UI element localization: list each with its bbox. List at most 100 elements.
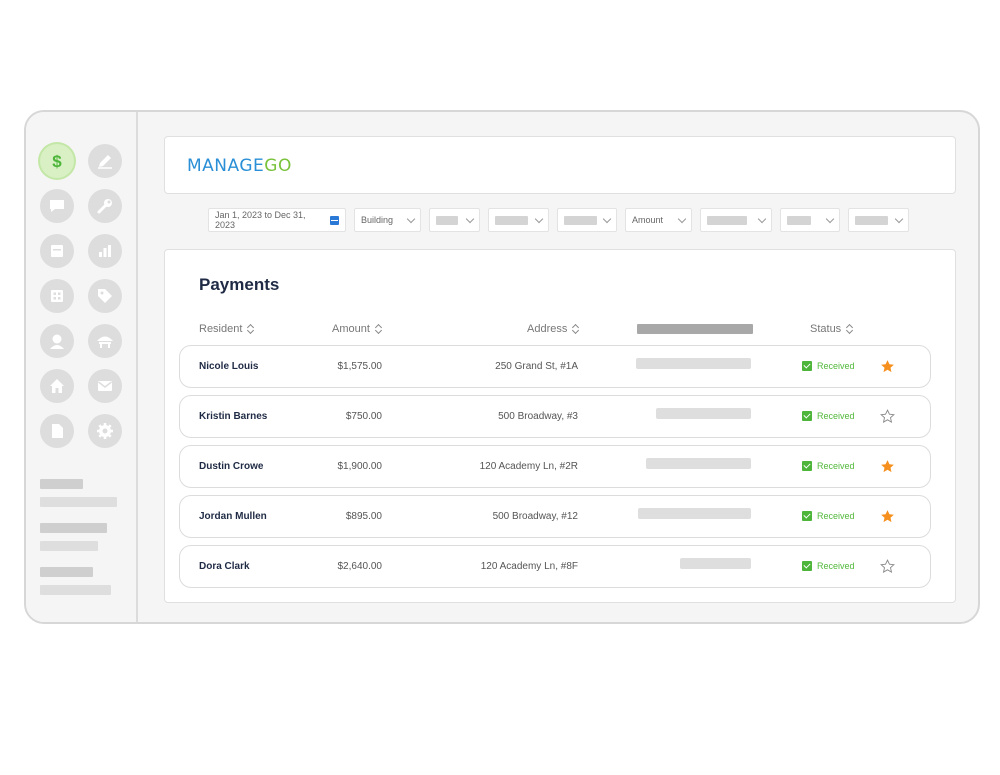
payment-amount: $750.00 (345, 411, 382, 422)
resident-address: 250 Grand St, #1A (495, 361, 578, 372)
status-badge: Received (802, 361, 855, 371)
column-header-placeholder (637, 324, 753, 334)
checkbox-checked-icon (802, 561, 812, 571)
filter-dropdown-9[interactable] (848, 208, 909, 232)
logo-text-go: GO (264, 156, 292, 176)
filter-dropdown-4[interactable] (488, 208, 549, 232)
wrench-icon (97, 199, 112, 214)
sidebar-sublabel-placeholder (40, 585, 111, 595)
pen-icon (98, 155, 112, 169)
star-outline-icon[interactable] (880, 559, 895, 574)
sidebar-item-reports[interactable] (88, 234, 122, 268)
chevron-down-icon (677, 214, 687, 223)
star-filled-icon[interactable] (880, 509, 895, 524)
sidebar-item-tags[interactable] (88, 279, 122, 313)
status-label: Received (817, 561, 855, 571)
filter-dropdown-7[interactable] (700, 208, 772, 232)
app-logo[interactable]: MANAGEGO (187, 156, 292, 176)
filter-placeholder (436, 215, 458, 225)
sidebar-item-payments[interactable]: $ (40, 144, 74, 178)
sidebar-item-calendar[interactable] (40, 234, 74, 268)
sidebar-label-placeholder (40, 479, 83, 489)
resident-name: Jordan Mullen (199, 511, 267, 522)
mail-icon (98, 381, 112, 391)
building-filter[interactable]: Building (354, 208, 421, 232)
sidebar-item-insurance[interactable] (88, 324, 122, 358)
app-window: $ MANAGEGO Jan 1, 2023 to Dec 31, 2023 B… (24, 110, 980, 624)
status-badge: Received (802, 511, 855, 521)
star-filled-icon[interactable] (880, 459, 895, 474)
row-placeholder (636, 358, 751, 369)
checkbox-checked-icon (802, 361, 812, 371)
table-row[interactable]: Kristin Barnes $750.00 500 Broadway, #3 … (179, 395, 931, 438)
column-header-label: Status (810, 323, 842, 335)
filter-placeholder (707, 215, 747, 225)
tag-icon (98, 289, 112, 303)
sidebar-sublabel-placeholder (40, 497, 117, 507)
payments-panel: Payments Resident Amount Address Status … (164, 249, 956, 603)
sidebar-item-residents[interactable] (40, 324, 74, 358)
gear-icon (97, 423, 113, 439)
table-row[interactable]: Nicole Louis $1,575.00 250 Grand St, #1A… (179, 345, 931, 388)
table-row[interactable]: Dustin Crowe $1,900.00 120 Academy Ln, #… (179, 445, 931, 488)
main-content: MANAGEGO Jan 1, 2023 to Dec 31, 2023 Bui… (138, 112, 978, 622)
amount-filter[interactable]: Amount (625, 208, 692, 232)
sidebar-item-maintenance[interactable] (88, 189, 122, 223)
filter-dropdown-5[interactable] (557, 208, 617, 232)
column-header-amount[interactable]: Amount (332, 323, 382, 335)
building-icon (51, 290, 63, 302)
resident-address: 120 Academy Ln, #2R (479, 461, 578, 472)
chevron-down-icon (757, 214, 767, 223)
building-filter-label: Building (361, 215, 394, 225)
status-label: Received (817, 461, 855, 471)
sidebar-item-settings[interactable] (88, 414, 122, 448)
sort-icon (846, 324, 853, 334)
row-placeholder (656, 408, 751, 419)
chevron-down-icon (825, 214, 835, 223)
payment-amount: $1,575.00 (337, 361, 383, 372)
column-header-status[interactable]: Status (810, 323, 853, 335)
filter-dropdown-3[interactable] (429, 208, 480, 232)
resident-name: Kristin Barnes (199, 411, 268, 422)
date-range-label: Jan 1, 2023 to Dec 31, 2023 (215, 210, 306, 230)
sidebar-item-edit[interactable] (88, 144, 122, 178)
document-icon (52, 424, 63, 438)
resident-address: 500 Broadway, #12 (492, 511, 578, 522)
calendar-icon (51, 245, 63, 257)
column-header-label: Amount (332, 323, 370, 335)
sidebar-item-mail[interactable] (88, 369, 122, 403)
star-outline-icon[interactable] (880, 409, 895, 424)
sidebar-sublabel-placeholder (40, 541, 98, 551)
row-placeholder (646, 458, 751, 469)
row-placeholder (638, 508, 751, 519)
sidebar-label-placeholder (40, 567, 93, 577)
sidebar-item-buildings[interactable] (40, 279, 74, 313)
resident-address: 500 Broadway, #3 (498, 411, 578, 422)
sort-icon (375, 324, 382, 334)
column-header-address[interactable]: Address (527, 323, 579, 335)
table-row[interactable]: Jordan Mullen $895.00 500 Broadway, #12 … (179, 495, 931, 538)
status-label: Received (817, 361, 855, 371)
payment-amount: $1,900.00 (337, 461, 383, 472)
sidebar-item-home[interactable] (40, 369, 74, 403)
sidebar-item-messages[interactable] (40, 189, 74, 223)
filter-dropdown-8[interactable] (780, 208, 840, 232)
column-header-resident[interactable]: Resident (199, 323, 254, 335)
chevron-down-icon (894, 214, 904, 223)
date-range-filter[interactable]: Jan 1, 2023 to Dec 31, 2023 (208, 208, 346, 232)
payment-amount: $2,640.00 (337, 561, 383, 572)
resident-address: 120 Academy Ln, #8F (480, 561, 578, 572)
home-icon (50, 379, 64, 393)
status-label: Received (817, 411, 855, 421)
resident-name: Dora Clark (199, 561, 250, 572)
row-placeholder (680, 558, 751, 569)
sidebar-item-documents[interactable] (40, 414, 74, 448)
checkbox-checked-icon (802, 411, 812, 421)
table-row[interactable]: Dora Clark $2,640.00 120 Academy Ln, #8F… (179, 545, 931, 588)
page-title: Payments (199, 275, 280, 294)
filter-placeholder (787, 215, 811, 225)
chevron-down-icon (534, 214, 544, 223)
star-filled-icon[interactable] (880, 359, 895, 374)
filter-bar: Jan 1, 2023 to Dec 31, 2023 Building Amo… (208, 208, 909, 232)
sidebar-group-2 (40, 523, 107, 551)
